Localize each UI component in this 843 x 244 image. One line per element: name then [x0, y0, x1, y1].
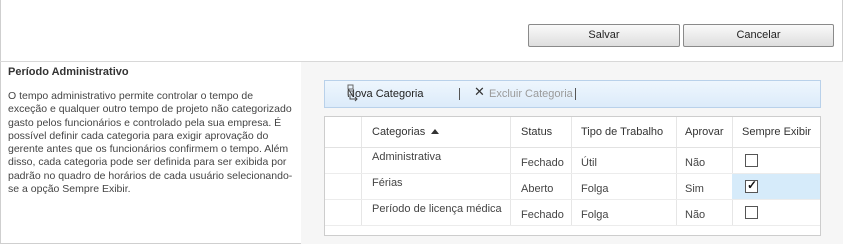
toolbar-separator — [575, 88, 576, 100]
column-header-approve[interactable]: Aprovar — [685, 117, 724, 147]
cell-category: Período de licença médica — [372, 203, 502, 215]
section-title: Período Administrativo — [8, 66, 129, 78]
toolbar-separator — [459, 88, 460, 100]
column-header-work-type[interactable]: Tipo de Trabalho — [581, 117, 663, 147]
cell-approve: Não — [685, 209, 706, 221]
always-show-checkbox[interactable]: ✓ — [745, 178, 758, 193]
new-item-icon — [347, 84, 358, 102]
sort-ascending-icon — [431, 129, 440, 134]
table-row[interactable]: Período de licença médica Fechado Folga … — [325, 200, 820, 226]
section-description: O tempo administrativo permite controlar… — [8, 90, 293, 196]
cell-work-type: Folga — [581, 183, 609, 195]
cell-category: Administrativa — [372, 151, 442, 163]
always-show-checkbox[interactable] — [745, 206, 758, 219]
column-header-status[interactable]: Status — [521, 117, 552, 147]
cell-status: Fechado — [521, 157, 564, 169]
checkmark-icon: ✓ — [747, 178, 758, 192]
delete-category-button[interactable]: Excluir Categoria — [489, 81, 573, 107]
always-show-checkbox[interactable] — [745, 154, 758, 167]
cancel-button[interactable]: Cancelar — [683, 24, 834, 47]
categories-grid: Categorias Status Tipo de Trabalho Aprov… — [324, 116, 821, 236]
cell-status: Fechado — [521, 209, 564, 221]
table-row[interactable]: Férias Aberto Folga Sim ✓ — [325, 174, 820, 200]
save-button[interactable]: Salvar — [528, 24, 680, 47]
cell-approve: Não — [685, 157, 706, 169]
cell-work-type: Útil — [581, 157, 597, 169]
cell-work-type: Folga — [581, 209, 609, 221]
column-header-categories[interactable]: Categorias — [372, 117, 440, 147]
column-header-always-show[interactable]: Sempre Exibir — [742, 117, 811, 147]
delete-icon: ✕ — [474, 84, 485, 99]
table-row[interactable]: Administrativa Fechado Útil Não — [325, 148, 820, 174]
cell-category: Férias — [372, 177, 403, 189]
cell-status: Aberto — [521, 183, 554, 195]
cell-approve: Sim — [685, 183, 704, 195]
grid-toolbar: Nova Categoria Excluir Categoria — [324, 80, 821, 108]
